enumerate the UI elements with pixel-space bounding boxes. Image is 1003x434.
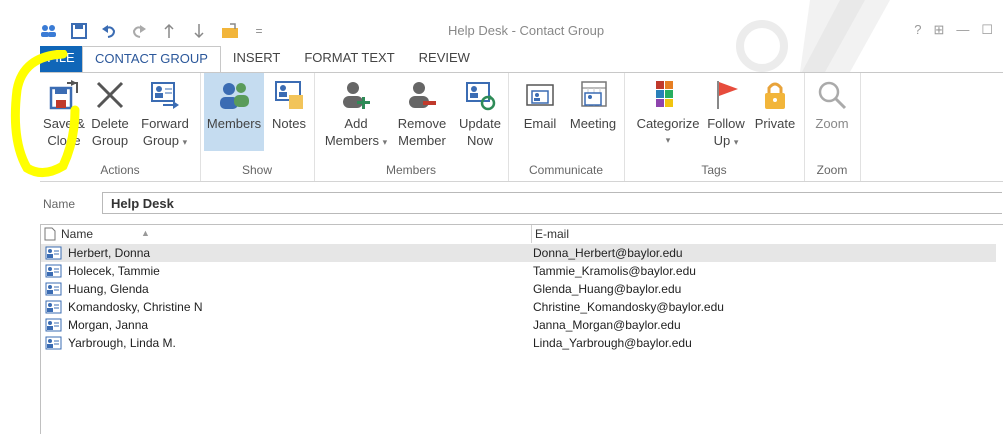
meeting-icon: [575, 77, 611, 113]
member-name: Komandosky, Christine N: [68, 300, 203, 314]
member-email: Christine_Komandosky@baylor.edu: [533, 300, 724, 314]
help-button[interactable]: ?: [914, 22, 921, 38]
member-email: Linda_Yarbrough@baylor.edu: [533, 336, 692, 350]
ribbon-display-button[interactable]: ⊞: [933, 22, 944, 38]
group-show: Members Notes Show: [200, 73, 315, 181]
list-item[interactable]: Komandosky, Christine N Christine_Komand…: [41, 298, 1003, 316]
column-header-email[interactable]: E-mail: [535, 227, 569, 241]
title-bar: = Help Desk - Contact Group ? ⊞ — ☐: [0, 0, 1003, 72]
remove-member-button[interactable]: Remove Member: [392, 77, 452, 149]
list-item[interactable]: Holecek, Tammie Tammie_Kramolis@baylor.e…: [41, 262, 1003, 280]
group-communicate: Email Meeting Communicate: [508, 73, 625, 181]
group-members: Add Members ▾ Remove Member Update Now M…: [314, 73, 509, 181]
delete-icon: [92, 77, 128, 113]
contact-group-icon[interactable]: [40, 22, 58, 40]
list-rows: Herbert, Donna Donna_Herbert@baylor.edu …: [41, 244, 1003, 352]
list-item[interactable]: Herbert, Donna Donna_Herbert@baylor.edu: [41, 244, 996, 262]
categorize-button[interactable]: Categorize ▾: [632, 77, 704, 149]
attach-icon[interactable]: [220, 22, 238, 40]
members-icon: [216, 77, 252, 113]
save-icon[interactable]: [70, 22, 88, 40]
document-icon: [44, 227, 56, 241]
member-name: Yarbrough, Linda M.: [68, 336, 176, 350]
contact-card-icon: [45, 246, 62, 260]
member-name: Huang, Glenda: [68, 282, 149, 296]
forward-group-button[interactable]: Forward Group ▾: [136, 77, 194, 151]
update-now-button[interactable]: Update Now: [454, 77, 506, 149]
minimize-button[interactable]: —: [956, 22, 969, 38]
group-label-members: Members: [385, 163, 436, 177]
group-name-input[interactable]: Help Desk: [102, 192, 1002, 214]
name-row: Name Help Desk: [40, 192, 1003, 216]
email-icon: [522, 77, 558, 113]
flag-icon: [708, 77, 744, 113]
remove-member-icon: [404, 77, 440, 113]
contact-card-icon: [45, 336, 62, 350]
sort-ascending-icon: ▲: [141, 228, 150, 238]
zoom-button[interactable]: Zoom: [810, 77, 854, 132]
group-label-communicate: Communicate: [528, 163, 604, 177]
window-title: Help Desk - Contact Group: [448, 23, 605, 38]
group-label-tags: Tags: [701, 163, 727, 177]
redo-icon[interactable]: [130, 22, 148, 40]
members-view-button[interactable]: Members: [204, 73, 264, 151]
member-email: Donna_Herbert@baylor.edu: [533, 246, 683, 260]
lock-icon: [757, 77, 793, 113]
magnifier-icon: [814, 77, 850, 113]
list-item[interactable]: Yarbrough, Linda M. Linda_Yarbrough@bayl…: [41, 334, 1003, 352]
ribbon: Save & Close Delete Group Forward Group …: [40, 72, 1003, 182]
maximize-button[interactable]: ☐: [981, 22, 993, 38]
member-email: Janna_Morgan@baylor.edu: [533, 318, 681, 332]
contact-card-icon: [45, 318, 62, 332]
categorize-icon: [650, 77, 686, 113]
notes-button[interactable]: Notes: [268, 77, 310, 132]
undo-icon[interactable]: [100, 22, 118, 40]
private-button[interactable]: Private: [750, 77, 800, 132]
tab-review[interactable]: REVIEW: [407, 46, 482, 72]
down-icon[interactable]: [190, 22, 208, 40]
delete-group-button[interactable]: Delete Group: [88, 77, 132, 149]
tab-format-text[interactable]: FORMAT TEXT: [292, 46, 406, 72]
meeting-button[interactable]: Meeting: [566, 77, 620, 132]
column-header-name[interactable]: Name: [61, 227, 93, 241]
email-button[interactable]: Email: [518, 77, 562, 132]
customize-icon[interactable]: =: [250, 22, 268, 40]
list-item[interactable]: Morgan, Janna Janna_Morgan@baylor.edu: [41, 316, 1003, 334]
contact-card-icon: [45, 264, 62, 278]
tab-insert[interactable]: INSERT: [221, 46, 292, 72]
background-pattern: [736, 0, 890, 72]
notes-icon: [271, 77, 307, 113]
add-member-icon: [338, 77, 374, 113]
member-name: Morgan, Janna: [68, 318, 149, 332]
follow-up-button[interactable]: Follow Up ▾: [704, 77, 748, 151]
member-email: Tammie_Kramolis@baylor.edu: [533, 264, 696, 278]
member-email: Glenda_Huang@baylor.edu: [533, 282, 682, 296]
quick-access-toolbar: =: [40, 20, 268, 42]
members-list: Name ▲ E-mail Herbert, Donna Donna_Herbe…: [40, 224, 1003, 434]
update-icon: [462, 77, 498, 113]
list-header: Name ▲ E-mail: [41, 225, 1003, 243]
up-icon[interactable]: [160, 22, 178, 40]
column-divider: [531, 225, 532, 243]
contact-card-icon: [45, 300, 62, 314]
member-name: Holecek, Tammie: [68, 264, 160, 278]
group-zoom: Zoom Zoom: [804, 73, 861, 181]
contact-card-icon: [45, 282, 62, 296]
member-name: Herbert, Donna: [68, 246, 151, 260]
ribbon-tabs: FILE CONTACT GROUP INSERT FORMAT TEXT RE…: [40, 46, 482, 72]
group-label-zoom: Zoom: [816, 163, 848, 177]
group-tags: Categorize ▾ Follow Up ▾ Private Tags: [624, 73, 805, 181]
name-label: Name: [43, 197, 76, 211]
highlight-annotation: [10, 50, 80, 177]
group-label-show: Show: [241, 163, 273, 177]
add-members-button[interactable]: Add Members ▾: [324, 77, 388, 151]
list-item[interactable]: Huang, Glenda Glenda_Huang@baylor.edu: [41, 280, 1003, 298]
window-controls: ? ⊞ — ☐: [914, 22, 993, 38]
tab-contact-group[interactable]: CONTACT GROUP: [82, 46, 221, 72]
forward-group-icon: [147, 77, 183, 113]
